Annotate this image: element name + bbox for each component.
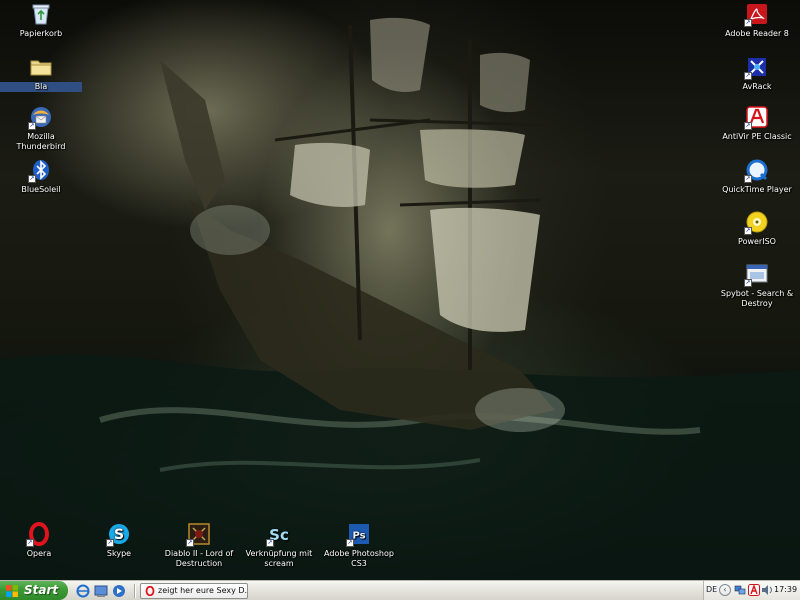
icon-label: Adobe Reader 8 [725,29,789,38]
desktop-icon-avrack[interactable]: ↗ AvRack [716,55,798,92]
desktop-icon-quicktime[interactable]: ↗ QuickTime Player [716,158,798,195]
icon-label: Spybot - Search & Destroy [720,289,794,308]
desktop-icon-thunderbird[interactable]: ↗ Mozilla Thunderbird [0,105,82,152]
adobe-reader-icon: ↗ [744,2,769,27]
icon-label: PowerISO [738,237,776,246]
poweriso-icon: ↗ [744,210,769,235]
diablo-icon: ↗ [186,522,211,547]
shortcut-arrow-icon: ↗ [266,539,274,547]
thunderbird-icon: ↗ [28,105,53,130]
antivir-tray-icon[interactable] [748,584,760,596]
spybot-icon: ↗ [744,262,769,287]
start-label: Start [24,583,59,597]
icon-label: Adobe Photoshop CS3 [324,549,394,568]
avrack-icon: ↗ [744,55,769,80]
desktop-icon-skype[interactable]: S ↗ Skype [78,522,160,559]
icon-label: Skype [106,549,132,558]
opera-icon: ↗ [26,522,51,547]
shortcut-arrow-icon: ↗ [744,122,752,130]
shortcut-arrow-icon: ↗ [744,72,752,80]
shortcut-arrow-icon: ↗ [744,175,752,183]
ship-wallpaper [0,17,800,580]
icon-label: Mozilla Thunderbird [16,132,66,151]
taskbar-window-button[interactable]: zeigt her eure Sexy D... [140,583,248,599]
show-desktop-icon[interactable] [94,584,108,598]
desktop-icon-poweriso[interactable]: ↗ PowerISO [716,210,798,247]
media-player-icon[interactable] [112,584,126,598]
shortcut-arrow-icon: ↗ [28,122,36,130]
scream-icon: Sc ↗ [266,522,291,547]
window-title: zeigt her eure Sexy D... [158,586,248,595]
taskbar-separator [134,584,136,598]
desktop-icon-adobe-reader[interactable]: ↗ Adobe Reader 8 [716,2,798,39]
icon-label: Diablo II - Lord of Destruction [164,549,234,568]
ie-icon[interactable] [76,584,90,598]
desktop-icon-bla[interactable]: Bla [0,55,82,92]
icon-label: Bla [0,82,82,92]
taskbar: Start zeigt her eure Sexy D... DE ‹ 17:3… [0,580,800,600]
shortcut-arrow-icon: ↗ [346,539,354,547]
desktop-icon-opera[interactable]: ↗ Opera [0,522,80,559]
quicktime-icon: ↗ [744,158,769,183]
desktop-icon-recycle-bin[interactable]: Papierkorb [0,2,82,39]
bluetooth-icon: ↗ [28,158,53,183]
svg-text:Ps: Ps [352,531,365,542]
skype-icon: S ↗ [106,522,131,547]
language-indicator[interactable]: DE [706,585,717,595]
shortcut-arrow-icon: ↗ [744,19,752,27]
folder-icon [29,55,53,79]
icon-label: QuickTime Player [722,185,792,194]
opera-icon [145,586,155,596]
shortcut-arrow-icon: ↗ [186,539,194,547]
recycle-bin-icon [29,2,53,26]
icon-label: Verknüpfung mit scream [245,549,313,568]
shortcut-arrow-icon: ↗ [106,539,114,547]
windows-logo-icon [6,585,18,597]
volume-icon[interactable] [761,584,773,596]
antivir-icon: ↗ [744,105,769,130]
photoshop-icon: Ps ↗ [346,522,371,547]
shortcut-arrow-icon: ↗ [744,279,752,287]
desktop-icon-bluesoleil[interactable]: ↗ BlueSoleil [0,158,82,195]
shortcut-arrow-icon: ↗ [744,227,752,235]
clock[interactable]: 17:39 [774,585,797,595]
system-tray: DE ‹ 17:39 [703,581,800,600]
icon-label: Papierkorb [19,29,63,38]
svg-text:S: S [114,527,124,543]
shortcut-arrow-icon: ↗ [28,175,36,183]
icon-label: AvRack [742,82,772,91]
network-icon[interactable] [734,584,746,596]
icon-label: Opera [26,549,52,558]
icon-label: BlueSoleil [21,185,61,194]
desktop-icon-spybot[interactable]: ↗ Spybot - Search & Destroy [716,262,798,309]
desktop[interactable]: Papierkorb Bla ↗ Mozilla Thunderbird ↗ B… [0,0,800,580]
desktop-icon-diablo[interactable]: ↗ Diablo II - Lord of Destruction [158,522,240,569]
shortcut-arrow-icon: ↗ [26,539,34,547]
desktop-icon-scream[interactable]: Sc ↗ Verknüpfung mit scream [238,522,320,569]
desktop-icon-antivir[interactable]: ↗ AntiVir PE Classic [716,105,798,142]
desktop-icon-photoshop[interactable]: Ps ↗ Adobe Photoshop CS3 [318,522,400,569]
start-button[interactable]: Start [0,581,68,600]
icon-label: AntiVir PE Classic [722,132,792,141]
tray-expand-icon[interactable]: ‹ [719,584,731,596]
